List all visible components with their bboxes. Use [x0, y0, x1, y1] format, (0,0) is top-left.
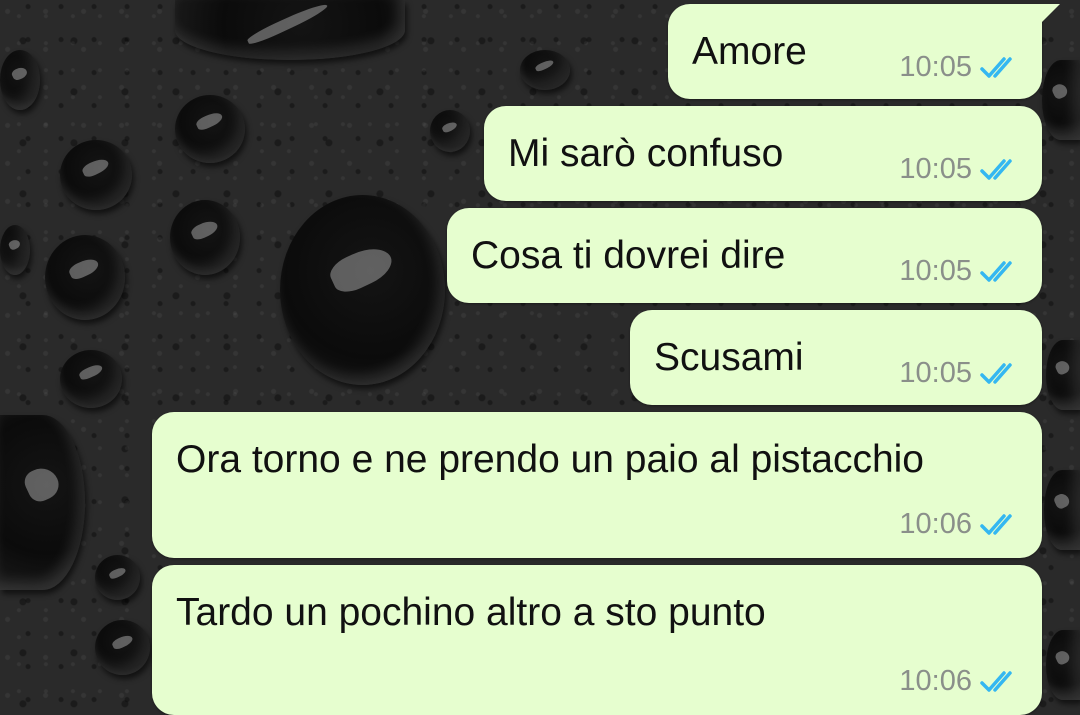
- message-time: 10:06: [899, 665, 972, 697]
- message-meta: 10:06: [899, 508, 1022, 540]
- double-check-read-icon: [980, 159, 1012, 180]
- double-check-read-icon: [980, 363, 1012, 384]
- message-time: 10:05: [899, 51, 972, 83]
- message-text: Tardo un pochino altro a sto punto: [176, 591, 766, 634]
- bubble-tail: [1038, 4, 1060, 26]
- message-text: Amore: [692, 30, 807, 73]
- message-bubble[interactable]: Cosa ti dovrei dire 10:05: [447, 208, 1042, 303]
- water-drop-decoration: [175, 0, 405, 60]
- double-check-read-icon: [980, 671, 1012, 692]
- message-meta: 10:05: [899, 357, 1022, 389]
- water-drop-decoration: [60, 350, 122, 408]
- water-drop-decoration: [0, 225, 30, 275]
- water-drop-decoration: [0, 50, 40, 110]
- message-text: Ora torno e ne prendo un paio al pistacc…: [176, 438, 924, 481]
- water-drop-decoration: [60, 140, 132, 210]
- water-drop-decoration: [430, 110, 470, 152]
- water-drop-decoration: [1044, 470, 1080, 550]
- message-meta: 10:06: [899, 665, 1022, 697]
- message-meta: 10:05: [899, 255, 1022, 287]
- water-drop-decoration: [520, 50, 570, 90]
- message-text: Scusami: [654, 336, 804, 379]
- water-drop-decoration: [45, 235, 125, 320]
- water-drop-decoration: [280, 195, 445, 385]
- water-drop-decoration: [1046, 630, 1080, 700]
- message-time: 10:05: [899, 255, 972, 287]
- message-text: Mi sarò confuso: [508, 132, 784, 175]
- message-meta: 10:05: [899, 153, 1022, 185]
- message-time: 10:05: [899, 153, 972, 185]
- message-text: Cosa ti dovrei dire: [471, 234, 786, 277]
- water-drop-decoration: [95, 555, 140, 600]
- message-bubble[interactable]: Amore 10:05: [668, 4, 1060, 99]
- message-time: 10:05: [899, 357, 972, 389]
- message-bubble[interactable]: Scusami 10:05: [630, 310, 1042, 405]
- water-drop-decoration: [0, 415, 85, 590]
- water-drop-decoration: [1042, 60, 1080, 140]
- water-drop-decoration: [175, 95, 245, 163]
- double-check-read-icon: [980, 57, 1012, 78]
- message-bubble[interactable]: Mi sarò confuso 10:05: [484, 106, 1042, 201]
- message-time: 10:06: [899, 508, 972, 540]
- message-bubble[interactable]: Tardo un pochino altro a sto punto 10:06: [152, 565, 1042, 715]
- water-drop-decoration: [170, 200, 240, 275]
- water-drop-decoration: [1046, 340, 1080, 410]
- message-bubble[interactable]: Ora torno e ne prendo un paio al pistacc…: [152, 412, 1042, 558]
- water-drop-decoration: [95, 620, 150, 675]
- double-check-read-icon: [980, 514, 1012, 535]
- double-check-read-icon: [980, 261, 1012, 282]
- message-meta: 10:05: [899, 51, 1022, 83]
